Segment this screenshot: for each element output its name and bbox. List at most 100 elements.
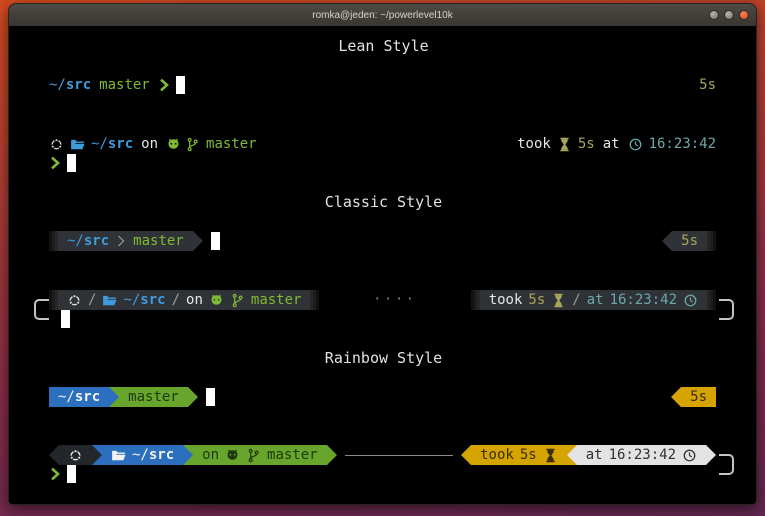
powerline-arrow [662, 231, 672, 251]
lean-prompt-oneline: ~/src master 5s [49, 75, 716, 95]
hourglass-icon [551, 293, 566, 308]
classic-prompt-twoline-top: / ~/src / on master ···· took [49, 290, 716, 310]
powerline-arrow [188, 387, 198, 407]
segment-fade [471, 290, 480, 310]
segment-fade [707, 290, 716, 310]
dir-prefix: ~/ [123, 292, 140, 308]
dir-name: src [108, 136, 133, 152]
on-label: on [202, 447, 219, 463]
prompt-chevron-icon [49, 155, 61, 171]
clock-icon [682, 448, 697, 463]
prompt-frame-left [34, 299, 49, 320]
maximize-button[interactable] [724, 10, 734, 20]
dir-name: src [84, 233, 109, 249]
command-duration: 5s [520, 447, 537, 463]
powerline-arrow [327, 445, 337, 465]
ubuntu-logo-icon [67, 293, 82, 308]
command-duration: 5s [528, 292, 545, 308]
classic-style-heading: Classic Style [9, 192, 757, 212]
took-label: took [489, 292, 523, 308]
terminal-screen[interactable]: Lean Style ~/src master 5s [9, 26, 757, 504]
desktop-background: romka@jeden: ~/powerlevel10k Lean Style … [0, 0, 765, 516]
terminal-cursor [67, 154, 76, 172]
rainbow-prompt-twoline-top: ~/src on master took 5 [49, 445, 716, 465]
hourglass-icon [557, 137, 572, 152]
git-branch-name: master [251, 292, 302, 308]
powerline-arrow [109, 387, 119, 407]
powerline-arrow [461, 445, 471, 465]
terminal-cursor [67, 465, 76, 483]
hourglass-icon [543, 448, 558, 463]
dir-prefix: ~/ [58, 389, 75, 405]
git-branch-name: master [128, 389, 179, 405]
git-branch-icon [185, 137, 200, 152]
on-label: on [141, 136, 158, 152]
dir-name: src [149, 447, 174, 463]
powerline-arrow [671, 387, 681, 407]
segment-fade [707, 231, 716, 251]
git-branch-name: master [133, 233, 184, 249]
time-value: 16:23:42 [609, 447, 676, 463]
ubuntu-logo-icon [49, 137, 64, 152]
terminal-cursor [61, 310, 70, 328]
classic-prompt-twoline-input [49, 309, 716, 329]
prompt-gap-line [345, 455, 454, 456]
rainbow-prompt-twoline-input [49, 464, 716, 484]
segment-fade [49, 231, 58, 251]
terminal-cursor [211, 232, 220, 250]
octocat-icon [225, 448, 240, 463]
prompt-frame-right [719, 454, 734, 475]
dir-prefix: ~/ [91, 136, 108, 152]
powerline-arrow [193, 231, 203, 251]
octocat-icon [166, 137, 181, 152]
dir-prefix: ~/ [67, 233, 84, 249]
prompt-frame-right [719, 299, 734, 320]
separator-slash: / [172, 292, 180, 308]
powerline-arrow [92, 445, 102, 465]
separator-slash: / [88, 292, 96, 308]
thin-separator-icon [115, 233, 127, 249]
powerline-arrow [567, 445, 577, 465]
lean-style-heading: Lean Style [9, 36, 757, 56]
ubuntu-logo-icon [68, 448, 83, 463]
at-label: at [586, 447, 603, 463]
rainbow-style-heading: Rainbow Style [9, 348, 757, 368]
command-duration: 5s [690, 389, 707, 405]
command-duration: 5s [681, 233, 698, 249]
on-label: on [186, 292, 203, 308]
time-value: 16:23:42 [610, 292, 677, 308]
command-duration: 5s [578, 136, 595, 152]
rainbow-prompt-oneline: ~/src master 5s [49, 387, 716, 407]
segment-fade [310, 290, 319, 310]
took-label: took [480, 447, 514, 463]
segment-fade [49, 290, 58, 310]
at-label: at [603, 136, 620, 152]
terminal-cursor [176, 76, 185, 94]
folder-icon [111, 448, 126, 463]
window-titlebar[interactable]: romka@jeden: ~/powerlevel10k [9, 4, 756, 27]
lean-prompt-twoline-top: ~/src on master took 5s [49, 134, 716, 154]
lean-prompt-twoline-input [49, 153, 716, 173]
folder-icon [102, 293, 117, 308]
window-title: romka@jeden: ~/powerlevel10k [312, 10, 453, 21]
clock-icon [683, 293, 698, 308]
terminal-window: romka@jeden: ~/powerlevel10k Lean Style … [8, 3, 757, 505]
git-branch-name: master [99, 77, 150, 93]
minimize-button[interactable] [709, 10, 719, 20]
dir-name: src [66, 77, 91, 93]
git-branch-icon [230, 293, 245, 308]
dir-name: src [140, 292, 165, 308]
close-button[interactable] [739, 10, 749, 20]
octocat-icon [209, 293, 224, 308]
clock-icon [628, 137, 643, 152]
window-controls [709, 10, 749, 20]
git-branch-name: master [206, 136, 257, 152]
prompt-chevron-icon [49, 466, 61, 482]
folder-icon [70, 137, 85, 152]
prompt-gap-filler: ···· [319, 290, 470, 310]
powerline-arrow [183, 445, 193, 465]
dir-prefix: ~/ [49, 77, 66, 93]
dir-name: src [75, 389, 100, 405]
command-duration: 5s [699, 77, 716, 93]
separator-slash: / [572, 292, 580, 308]
